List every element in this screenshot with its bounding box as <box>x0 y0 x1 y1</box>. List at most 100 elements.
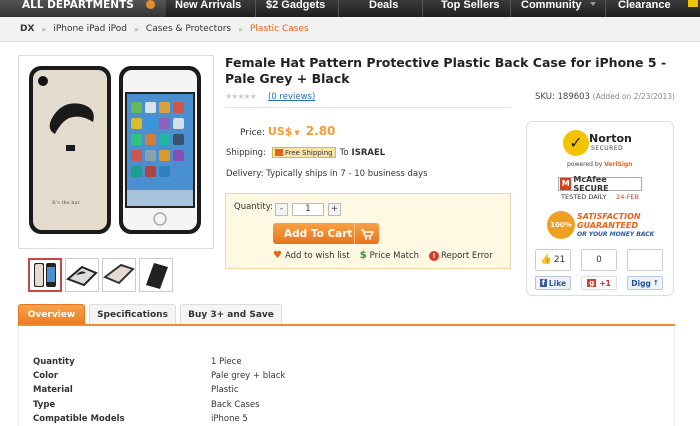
departments-arrow-icon <box>145 0 155 9</box>
product-main-image[interactable]: It's the hat <box>18 55 214 249</box>
alert-icon: ! <box>429 250 440 261</box>
nav-community[interactable]: Community <box>521 0 596 11</box>
satisfaction-guarantee-seal: 100% SATISFACTION GUARANTEED OR YOUR MON… <box>547 211 659 243</box>
breadcrumb: DX » iPhone iPad iPod » Cases & Protecto… <box>0 17 700 42</box>
facebook-share: 👍 21 f Like <box>535 249 571 290</box>
nav-clearance[interactable]: Clearance <box>618 0 671 11</box>
quantity-decrease-button[interactable]: - <box>275 203 288 216</box>
add-to-cart-label: Add To Cart <box>284 227 353 240</box>
nav-divider <box>510 0 511 17</box>
chevron-down-icon[interactable]: ▼ <box>294 129 299 137</box>
mcafee-badge: M McAfee SECURE <box>558 175 642 193</box>
gplus-icon: g <box>587 279 597 287</box>
dollar-icon: $ <box>359 250 367 261</box>
norton-seal[interactable]: ✓ Norton SECURED powered by VeriSign <box>563 128 633 170</box>
quantity-label: Quantity: <box>234 202 273 212</box>
breadcrumb-separator-icon: » <box>41 24 47 34</box>
spec-key: Quantity <box>33 357 75 367</box>
nav-community-label: Community <box>521 0 582 11</box>
digg-label: Digg <box>631 278 651 288</box>
report-error-link[interactable]: ! Report Error <box>429 250 493 261</box>
quantity-increase-button[interactable]: + <box>328 203 341 216</box>
all-departments-menu[interactable]: ALL DEPARTMENTS <box>0 0 166 17</box>
mcafee-seal[interactable]: M McAfee SECURE TESTED DAILY 24-FEB <box>558 175 642 201</box>
facebook-count-value: 21 <box>553 255 566 265</box>
delivery-info: Delivery: Typically ships in 7 - 10 busi… <box>226 169 428 179</box>
phone-case-illustration: It's the hat <box>29 66 201 234</box>
price-match-label: Price Match <box>369 250 420 261</box>
divider <box>225 107 511 108</box>
spec-key: Compatible Models <box>33 414 125 424</box>
top-nav: ALL DEPARTMENTS New Arrivals $2 Gadgets … <box>0 0 700 17</box>
thumbnail-image[interactable] <box>65 258 99 292</box>
shipping-label: Shipping: <box>226 147 266 158</box>
ship-country[interactable]: ISRAEL <box>352 148 386 158</box>
powered-by-brand: VeriSign <box>604 161 633 168</box>
free-shipping-badge: Free Shipping <box>271 147 336 158</box>
tested-daily-label: TESTED DAILY <box>561 193 607 201</box>
thumbnail-image[interactable] <box>28 258 62 292</box>
price-label: Price: <box>240 128 265 138</box>
check-icon: ✓ <box>563 130 589 156</box>
breadcrumb-iphone[interactable]: iPhone iPad iPod <box>53 24 127 34</box>
currency-selector[interactable]: US$ <box>268 125 293 138</box>
reviews-link[interactable]: (0 reviews) <box>268 92 315 102</box>
mcafee-sub: TESTED DAILY 24-FEB <box>558 193 642 201</box>
spec-value: Back Cases <box>211 400 260 410</box>
heart-icon: ♥ <box>273 250 282 261</box>
nav-new-arrivals[interactable]: New Arrivals <box>175 0 241 11</box>
mcafee-shield-icon: M <box>560 178 572 190</box>
thumbnail-image[interactable] <box>102 258 136 292</box>
facebook-like-button[interactable]: f Like <box>535 276 571 290</box>
tab-overview[interactable]: Overview <box>18 304 85 325</box>
breadcrumb-separator-icon: » <box>134 24 139 34</box>
chevron-down-icon <box>589 2 596 6</box>
wishlist-link[interactable]: ♥ Add to wish list <box>273 250 350 261</box>
all-departments-label: ALL DEPARTMENTS <box>22 0 134 11</box>
product-title: Female Hat Pattern Protective Plastic Ba… <box>225 55 667 86</box>
overview-content <box>18 326 675 426</box>
digg-count <box>627 249 663 271</box>
report-error-label: Report Error <box>441 250 493 261</box>
free-shipping-label: Free Shipping <box>284 148 333 157</box>
sku: SKU: 189603 (Added on 2/23/2013) <box>535 92 675 102</box>
nav-deals[interactable]: Deals <box>369 0 398 11</box>
spec-key: Material <box>33 385 73 395</box>
thumbnail-image-graphic <box>103 263 135 285</box>
quantity-input[interactable]: 1 <box>292 203 324 216</box>
ship-to-label: To <box>339 147 349 158</box>
tab-buy-3-and-save[interactable]: Buy 3+ and Save <box>180 304 282 325</box>
spec-value: Pale grey + black <box>211 371 286 381</box>
thumbs-up-icon: 👍 <box>540 255 552 265</box>
wishlist-label: Add to wish list <box>284 250 350 261</box>
shipping-row: Shipping: Free Shipping To ISRAEL <box>226 147 385 158</box>
product-tabs: Overview Specifications Buy 3+ and Save <box>18 304 678 325</box>
nav-top-sellers[interactable]: Top Sellers <box>441 0 499 11</box>
thumbnail-image[interactable] <box>139 258 173 292</box>
tab-specifications[interactable]: Specifications <box>89 304 176 325</box>
gplus-button[interactable]: g +1 <box>581 276 617 290</box>
breadcrumb-current: Plastic Cases <box>250 24 309 34</box>
tested-date: 24-FEB <box>616 193 639 201</box>
rating-stars-icon: ★★★★★ <box>225 92 257 101</box>
satisfaction-label: SATISFACTION <box>577 212 641 221</box>
breadcrumb-cases[interactable]: Cases & Protectors <box>146 24 231 34</box>
nav-divider <box>422 0 423 17</box>
add-to-cart-button[interactable]: Add To Cart <box>273 223 379 244</box>
nav-divider <box>338 0 339 17</box>
trust-panel: ✓ Norton SECURED powered by VeriSign M Mc… <box>526 121 674 296</box>
facebook-like-label: Like <box>548 278 567 288</box>
nav-divider <box>255 0 256 17</box>
nav-divider <box>605 0 606 17</box>
breadcrumb-home[interactable]: DX <box>20 24 34 34</box>
norton-label: Norton <box>589 132 632 145</box>
nav-2-gadgets[interactable]: $2 Gadgets <box>266 0 325 11</box>
corner-flag-icon <box>688 0 698 7</box>
sku-label: SKU: 189603 <box>534 92 590 102</box>
price-match-link[interactable]: $ Price Match <box>360 250 419 261</box>
digg-button[interactable]: Digg ↑ <box>627 276 663 290</box>
arrow-up-icon: ↑ <box>652 279 659 287</box>
spec-key: Type <box>33 400 56 410</box>
facebook-count: 👍 21 <box>535 249 571 271</box>
digg-share: Digg ↑ <box>627 249 663 290</box>
